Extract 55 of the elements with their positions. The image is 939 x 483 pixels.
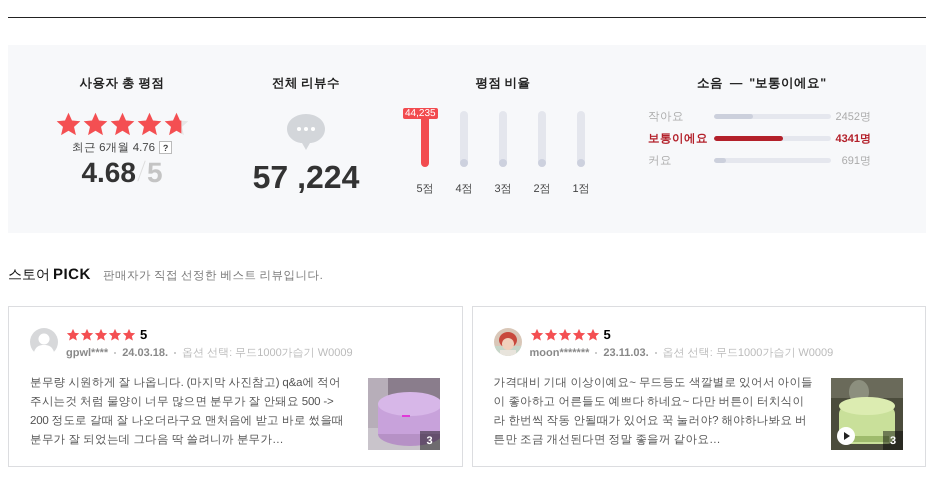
option-text: 옵션 선택: 무드1000가습기 W0009 [662, 346, 834, 360]
review-score: 5 [140, 327, 148, 342]
bar-label: 2점 [533, 182, 551, 196]
star-icon [122, 328, 136, 342]
play-icon[interactable] [837, 427, 855, 445]
review-photo[interactable]: 3 [368, 378, 440, 450]
avatar-icon [30, 328, 58, 356]
option-text: 옵션 선택: 무드1000가습기 W0009 [182, 346, 353, 360]
star-icon [586, 328, 600, 342]
section-title: 평점 비율 [475, 75, 531, 91]
review-score: 5 [604, 327, 611, 342]
section-title: 사용자 총 평점 [80, 75, 164, 91]
section-title: 소음 — "보통이에요" [696, 75, 826, 91]
help-button[interactable]: ? [159, 141, 172, 154]
option-count: 2452명 [834, 110, 871, 124]
star-icon [80, 328, 94, 342]
bar-label: 5점 [416, 182, 434, 196]
section-title: 스토어 [8, 266, 50, 284]
star-icon [94, 328, 108, 342]
photo-count: 3 [883, 431, 903, 450]
review-text: 가격대비 기대 이상이예요~ 무드등도 색깔별로 있어서 아이들이 좋아하고 어른들도 예쁘다 하네요~ 다만 버튼이 터치식이라 한번씩 작동 안될때가 있어요 꾹 눌러야? 해야하나봐요 버튼만 조금 개선된다면 정말 좋을꺼 같아요… [494, 376, 814, 448]
bar-label: 4점 [455, 182, 473, 196]
pick-label: PICK [53, 266, 91, 283]
option-count: 4341명 [834, 132, 871, 146]
review-date: 24.03.18. [122, 346, 168, 358]
option-label: 보통이에요 [648, 132, 709, 146]
option-label: 커요 [648, 154, 673, 168]
star-icon [136, 111, 162, 138]
section-title: 전체 리뷰수 [272, 75, 340, 91]
star-icon [544, 328, 558, 342]
star-icon [558, 328, 572, 342]
section-description: 판매자가 직접 선정한 베스트 리뷰입니다. [102, 269, 323, 283]
star-icon [530, 328, 544, 342]
review-photo[interactable]: 3 [831, 378, 903, 450]
star-icon [108, 111, 136, 138]
option-count: 691명 [840, 154, 871, 168]
reviewer-name: moon******* [530, 346, 590, 358]
star-icon [572, 328, 586, 342]
review-date: 23.11.03. [603, 346, 649, 358]
star-icon [54, 111, 82, 138]
option-label: 작아요 [648, 110, 685, 124]
star-icon [66, 328, 80, 342]
review-text: 분무량 시원하게 잘 나옵니다. (마지막 사진참고) q&a에 적어주시는것 처럼 물양이 너무 많으면 분무가 잘 안돼요 500 -> 200 정도로 갈때 잘 나오더라구요 맨처음에 받고 바로 썼을때 분무가 잘 되었는데 그다음 딱 쓸려니까 분무가… [30, 376, 345, 448]
bar-label: 1점 [572, 182, 590, 196]
speech-bubble-icon [286, 113, 326, 151]
review-count: 57 ,224 [252, 159, 360, 196]
star-icon [108, 328, 122, 342]
star-icon [162, 111, 190, 138]
reviewer-name: gpwl**** [66, 346, 108, 358]
bar-label: 3점 [494, 182, 512, 196]
star-icon [82, 111, 108, 138]
average-score: 4.68 [81, 157, 136, 189]
photo-count: 3 [420, 431, 440, 450]
count-label: 44,235 [403, 108, 438, 119]
recent-rating: 최근 6개월 4.76 [72, 141, 156, 155]
